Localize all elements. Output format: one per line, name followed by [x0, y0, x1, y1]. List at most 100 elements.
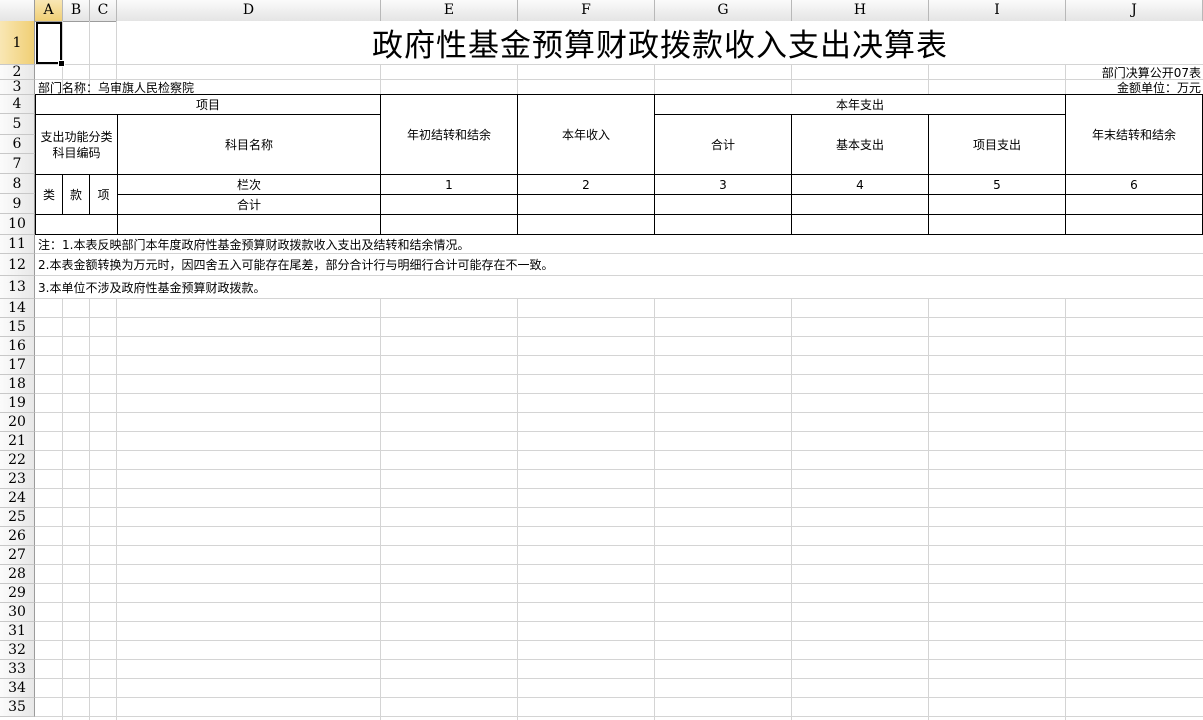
data-cell[interactable] [35, 214, 118, 235]
row-header-2[interactable]: 2 [0, 64, 35, 80]
column-header-b[interactable]: B [63, 0, 90, 21]
row-header-19[interactable]: 19 [0, 394, 35, 413]
total-cell[interactable] [654, 194, 792, 215]
header-item[interactable]: 项目 [35, 94, 381, 115]
row-header-29[interactable]: 29 [0, 584, 35, 603]
header-lei[interactable]: 类 [35, 174, 63, 215]
note-3[interactable]: 3.本单位不涉及政府性基金预算财政拨款。 [36, 276, 1203, 298]
note-1[interactable]: 注：1.本表反映部门本年度政府性基金预算财政拨款收入支出及结转和结余情况。 [36, 235, 1203, 253]
row-header-16[interactable]: 16 [0, 337, 35, 356]
column-header-f[interactable]: F [518, 0, 655, 21]
row-header-15[interactable]: 15 [0, 318, 35, 337]
data-cell[interactable] [117, 214, 381, 235]
gridline [35, 545, 1203, 546]
row-header-30[interactable]: 30 [0, 603, 35, 622]
total-cell[interactable] [380, 194, 518, 215]
row-header-13[interactable]: 13 [0, 276, 35, 299]
column-header-j[interactable]: J [1066, 0, 1203, 21]
row-header-5[interactable]: 5 [0, 114, 35, 135]
form-code-label[interactable]: 部门决算公开07表 [1066, 65, 1203, 80]
gridline [35, 412, 1203, 413]
gridline [35, 488, 1203, 489]
header-basic[interactable]: 基本支出 [791, 114, 929, 175]
row-header-25[interactable]: 25 [0, 508, 35, 527]
gridline [35, 621, 1203, 622]
row-header-33[interactable]: 33 [0, 660, 35, 679]
spreadsheet-grid[interactable]: A B C D E F G H I J 1 2 3 4 5 6 7 8 9 10… [0, 0, 1203, 720]
row-header-4[interactable]: 4 [0, 95, 35, 114]
row-header-14[interactable]: 14 [0, 299, 35, 318]
header-project[interactable]: 项目支出 [928, 114, 1066, 175]
gridline [35, 716, 1203, 717]
row-header-12[interactable]: 12 [0, 254, 35, 276]
header-carry-end[interactable]: 年末结转和结余 [1065, 94, 1203, 175]
gridline [35, 336, 1203, 337]
total-cell[interactable] [791, 194, 929, 215]
row-header-26[interactable]: 26 [0, 527, 35, 546]
gridline [35, 298, 1203, 299]
row-header-32[interactable]: 32 [0, 641, 35, 660]
total-row-label[interactable]: 合计 [117, 194, 381, 215]
data-cell[interactable] [517, 214, 655, 235]
total-cell[interactable] [517, 194, 655, 215]
row-header-17[interactable]: 17 [0, 356, 35, 375]
row-header-6[interactable]: 6 [0, 135, 35, 154]
row-header-11[interactable]: 11 [0, 235, 35, 254]
header-carry-begin[interactable]: 年初结转和结余 [380, 94, 518, 175]
total-cell[interactable] [1065, 194, 1203, 215]
column-header-c[interactable]: C [90, 0, 117, 21]
header-lanci[interactable]: 栏次 [117, 174, 381, 195]
col-number-4[interactable]: 4 [791, 174, 929, 195]
column-header-d[interactable]: D [117, 0, 381, 21]
column-header-h[interactable]: H [792, 0, 929, 21]
gridline [35, 526, 1203, 527]
column-header-a[interactable]: A [35, 0, 63, 21]
total-cell[interactable] [928, 194, 1066, 215]
header-kuan[interactable]: 款 [62, 174, 90, 215]
row-header-1[interactable]: 1 [0, 21, 35, 65]
row-header-7[interactable]: 7 [0, 154, 35, 174]
row-header-9[interactable]: 9 [0, 194, 35, 214]
note-2[interactable]: 2.本表金额转换为万元时，因四舍五入可能存在尾差，部分合计行与明细行合计可能存在… [36, 254, 1203, 275]
department-name[interactable]: 部门名称：乌审旗人民检察院 [36, 80, 380, 95]
active-cell-cursor[interactable] [36, 22, 62, 64]
row-header-24[interactable]: 24 [0, 489, 35, 508]
row-header-23[interactable]: 23 [0, 470, 35, 489]
fill-handle[interactable] [58, 60, 65, 67]
row-header-21[interactable]: 21 [0, 432, 35, 451]
row-header-20[interactable]: 20 [0, 413, 35, 432]
row-header-31[interactable]: 31 [0, 622, 35, 641]
header-expense[interactable]: 本年支出 [654, 94, 1066, 115]
data-cell[interactable] [1065, 214, 1203, 235]
amount-unit[interactable]: 金额单位：万元 [1066, 80, 1203, 95]
report-title[interactable]: 政府性基金预算财政拨款收入支出决算表 [117, 21, 1203, 64]
header-function-code[interactable]: 支出功能分类科目编码 [35, 114, 118, 175]
row-header-35[interactable]: 35 [0, 698, 35, 717]
row-header-8[interactable]: 8 [0, 174, 35, 194]
header-subject-name[interactable]: 科目名称 [117, 114, 381, 175]
col-number-3[interactable]: 3 [654, 174, 792, 195]
data-cell[interactable] [380, 214, 518, 235]
col-number-5[interactable]: 5 [928, 174, 1066, 195]
column-header-i[interactable]: I [929, 0, 1066, 21]
row-header-27[interactable]: 27 [0, 546, 35, 565]
header-xiang[interactable]: 项 [89, 174, 118, 215]
gridline [35, 431, 1203, 432]
header-total[interactable]: 合计 [654, 114, 792, 175]
col-number-1[interactable]: 1 [380, 174, 518, 195]
header-income[interactable]: 本年收入 [517, 94, 655, 175]
row-header-10[interactable]: 10 [0, 214, 35, 235]
column-header-g[interactable]: G [655, 0, 792, 21]
data-cell[interactable] [791, 214, 929, 235]
select-all-corner[interactable] [0, 0, 35, 21]
row-header-34[interactable]: 34 [0, 679, 35, 698]
col-number-6[interactable]: 6 [1065, 174, 1203, 195]
row-header-3[interactable]: 3 [0, 79, 35, 95]
row-header-28[interactable]: 28 [0, 565, 35, 584]
col-number-2[interactable]: 2 [517, 174, 655, 195]
data-cell[interactable] [654, 214, 792, 235]
row-header-18[interactable]: 18 [0, 375, 35, 394]
row-header-22[interactable]: 22 [0, 451, 35, 470]
column-header-e[interactable]: E [381, 0, 518, 21]
data-cell[interactable] [928, 214, 1066, 235]
